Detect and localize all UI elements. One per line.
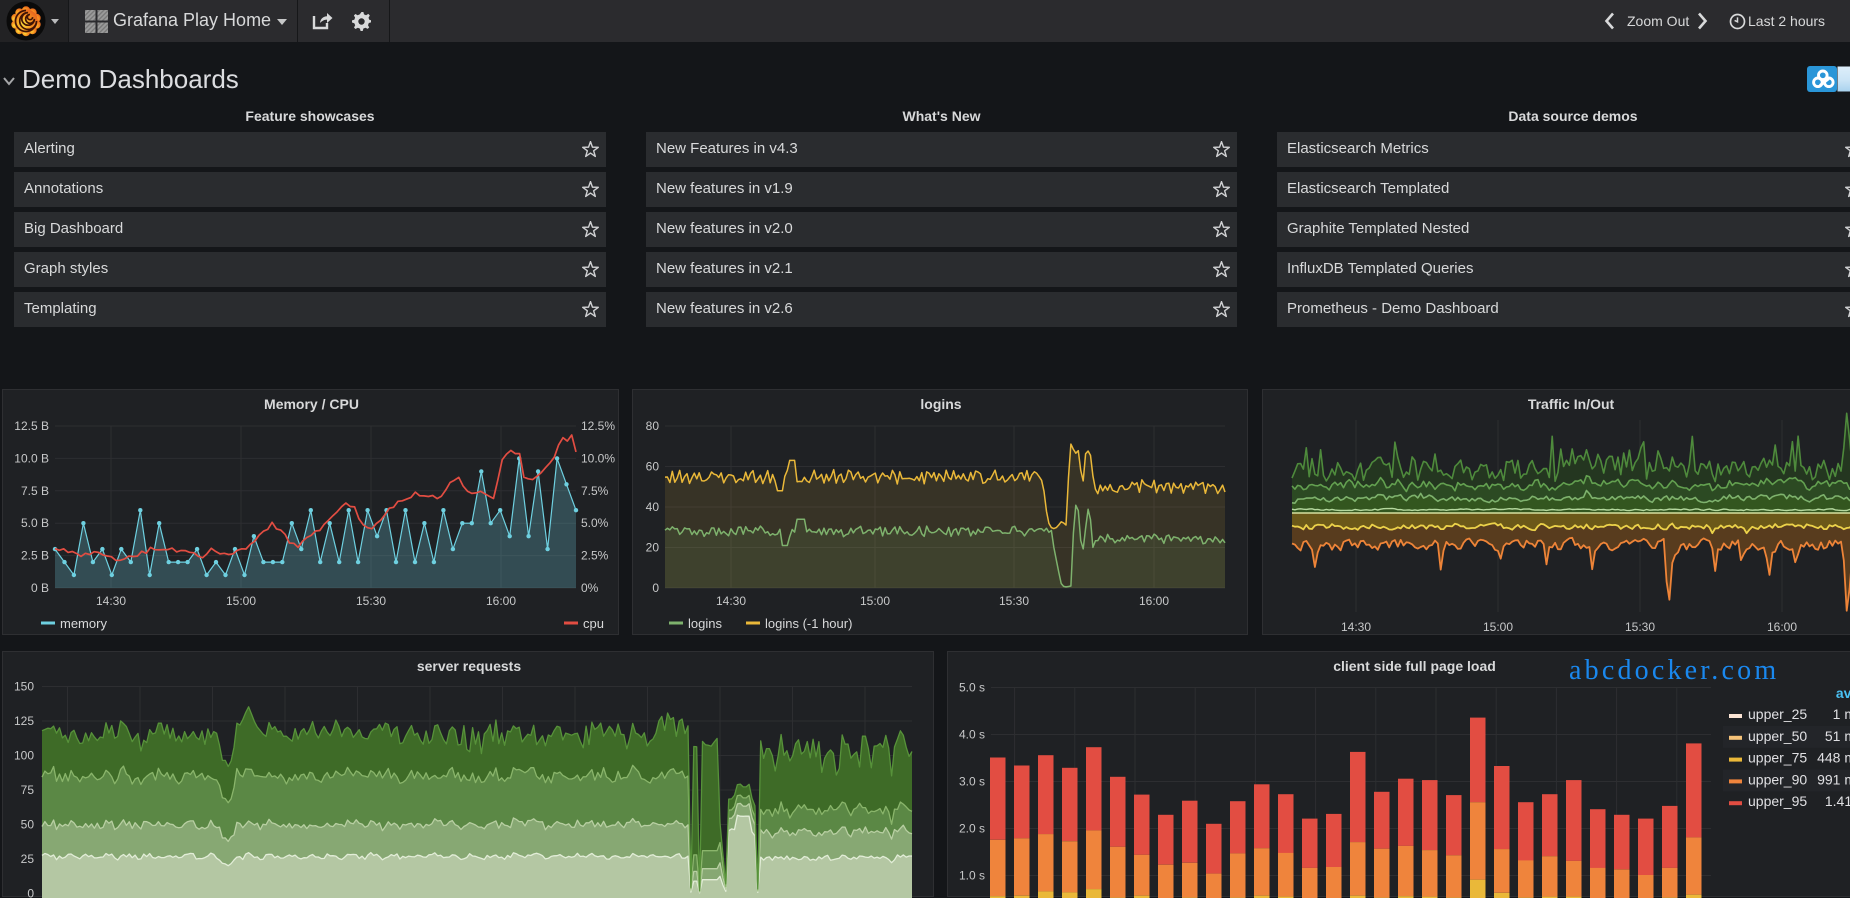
svg-text:5.0 B: 5.0 B xyxy=(21,516,49,530)
svg-text:16:00: 16:00 xyxy=(486,594,516,608)
svg-text:0: 0 xyxy=(652,581,659,595)
svg-text:15:30: 15:30 xyxy=(1625,620,1655,634)
svg-text:2.0 s: 2.0 s xyxy=(959,822,985,836)
svg-text:upper_90: upper_90 xyxy=(1748,771,1807,787)
svg-text:2.5 B: 2.5 B xyxy=(21,549,49,563)
svg-text:0 B: 0 B xyxy=(31,581,49,595)
svg-text:50: 50 xyxy=(21,818,35,832)
svg-text:60: 60 xyxy=(646,460,660,474)
svg-text:upper_25: upper_25 xyxy=(1748,706,1807,722)
svg-text:75: 75 xyxy=(21,783,35,797)
svg-text:14:30: 14:30 xyxy=(1341,620,1371,634)
svg-text:10.0%: 10.0% xyxy=(581,451,615,465)
svg-text:7.5 B: 7.5 B xyxy=(21,484,49,498)
svg-text:avg: avg xyxy=(1836,685,1850,701)
svg-text:7.5%: 7.5% xyxy=(581,484,609,498)
svg-text:1.0 s: 1.0 s xyxy=(959,869,985,883)
svg-text:12.5 B: 12.5 B xyxy=(14,419,49,433)
svg-text:51 ms: 51 ms xyxy=(1825,728,1850,744)
svg-text:2.5%: 2.5% xyxy=(581,549,609,563)
svg-text:0: 0 xyxy=(27,887,34,898)
svg-text:15:00: 15:00 xyxy=(860,594,890,608)
svg-text:14:30: 14:30 xyxy=(716,594,746,608)
svg-text:10.0 B: 10.0 B xyxy=(14,451,49,465)
svg-text:20: 20 xyxy=(646,541,660,555)
svg-text:991 ms: 991 ms xyxy=(1817,771,1850,787)
svg-text:125: 125 xyxy=(14,714,34,728)
svg-text:15:00: 15:00 xyxy=(1483,620,1513,634)
svg-text:15:30: 15:30 xyxy=(356,594,386,608)
svg-text:40: 40 xyxy=(646,500,660,514)
svg-text:25: 25 xyxy=(21,852,35,866)
svg-text:logins (-1 hour): logins (-1 hour) xyxy=(765,616,852,631)
svg-text:80: 80 xyxy=(646,419,660,433)
svg-text:12.5%: 12.5% xyxy=(581,419,615,433)
svg-text:5.0 s: 5.0 s xyxy=(959,681,985,695)
svg-text:5.0%: 5.0% xyxy=(581,516,609,530)
svg-text:4.0 s: 4.0 s xyxy=(959,728,985,742)
svg-text:upper_75: upper_75 xyxy=(1748,750,1807,766)
svg-text:memory: memory xyxy=(60,616,107,631)
svg-text:448 ms: 448 ms xyxy=(1817,750,1850,766)
svg-text:3.0 s: 3.0 s xyxy=(959,775,985,789)
svg-text:cpu: cpu xyxy=(583,616,604,631)
svg-text:150: 150 xyxy=(14,680,34,694)
svg-text:1 ms: 1 ms xyxy=(1833,706,1850,722)
svg-text:logins: logins xyxy=(688,616,722,631)
svg-text:15:30: 15:30 xyxy=(999,594,1029,608)
svg-text:100: 100 xyxy=(14,749,34,763)
svg-text:15:00: 15:00 xyxy=(226,594,256,608)
svg-text:16:00: 16:00 xyxy=(1767,620,1797,634)
svg-text:16:00: 16:00 xyxy=(1139,594,1169,608)
svg-text:1.41 s: 1.41 s xyxy=(1825,793,1850,809)
svg-text:upper_50: upper_50 xyxy=(1748,728,1807,744)
svg-text:upper_95: upper_95 xyxy=(1748,793,1807,809)
svg-text:14:30: 14:30 xyxy=(96,594,126,608)
svg-text:0%: 0% xyxy=(581,581,599,595)
